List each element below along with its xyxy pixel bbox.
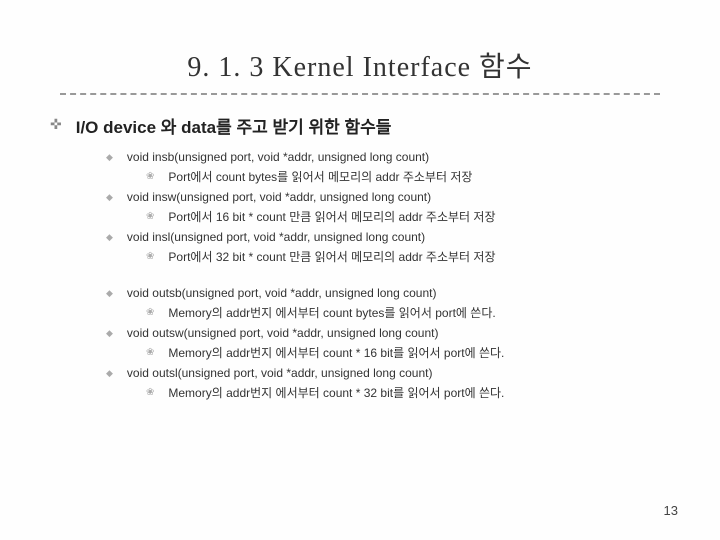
page-number: 13 xyxy=(664,503,678,518)
list-item: ◆ void outsw(unsigned port, void *addr, … xyxy=(106,324,670,342)
slide-container: 9. 1. 3 Kernel Interface 함수 ✜ I/O device… xyxy=(0,0,720,540)
function-signature: void outsw(unsigned port, void *addr, un… xyxy=(127,324,439,342)
function-description: Memory의 addr번지 에서부터 count * 16 bit를 읽어서 … xyxy=(168,344,504,362)
list-item: ❀ Memory의 addr번지 에서부터 count bytes를 읽어서 p… xyxy=(146,304,670,322)
function-description: Memory의 addr번지 에서부터 count * 32 bit를 읽어서 … xyxy=(168,384,504,402)
flower-icon: ❀ xyxy=(146,251,154,262)
heading-row: ✜ I/O device 와 data를 주고 받기 위한 함수들 xyxy=(50,113,670,138)
title-divider xyxy=(60,93,660,95)
flower-icon: ❀ xyxy=(146,347,154,358)
list-item: ❀ Port에서 count bytes를 읽어서 메모리의 addr 주소부터… xyxy=(146,168,670,186)
list-item: ◆ void outsl(unsigned port, void *addr, … xyxy=(106,364,670,382)
list-item: ◆ void insw(unsigned port, void *addr, u… xyxy=(106,188,670,206)
function-signature: void outsl(unsigned port, void *addr, un… xyxy=(127,364,433,382)
function-description: Port에서 32 bit * count 만큼 읽어서 메모리의 addr 주… xyxy=(168,248,495,266)
diamond-icon: ◆ xyxy=(106,288,113,299)
diamond-icon: ◆ xyxy=(106,192,113,203)
heading-text: I/O device 와 data를 주고 받기 위한 함수들 xyxy=(76,113,392,138)
list-item: ◆ void outsb(unsigned port, void *addr, … xyxy=(106,284,670,302)
list-item: ◆ void insl(unsigned port, void *addr, u… xyxy=(106,228,670,246)
list-item: ❀ Port에서 16 bit * count 만큼 읽어서 메모리의 addr… xyxy=(146,208,670,226)
group-spacer xyxy=(106,268,670,284)
diamond-icon: ◆ xyxy=(106,152,113,163)
flower-icon: ❀ xyxy=(146,307,154,318)
diamond-icon: ◆ xyxy=(106,232,113,243)
function-description: Port에서 16 bit * count 만큼 읽어서 메모리의 addr 주… xyxy=(168,208,495,226)
list-item: ◆ void insb(unsigned port, void *addr, u… xyxy=(106,148,670,166)
flower-icon: ❀ xyxy=(146,211,154,222)
list-item: ❀ Memory의 addr번지 에서부터 count * 32 bit를 읽어… xyxy=(146,384,670,402)
function-description: Memory의 addr번지 에서부터 count bytes를 읽어서 por… xyxy=(168,304,495,322)
slide-title: 9. 1. 3 Kernel Interface 함수 xyxy=(50,45,670,85)
list-item: ❀ Port에서 32 bit * count 만큼 읽어서 메모리의 addr… xyxy=(146,248,670,266)
content-container: ◆ void insb(unsigned port, void *addr, u… xyxy=(106,148,670,402)
diamond-icon: ◆ xyxy=(106,368,113,379)
function-signature: void insb(unsigned port, void *addr, uns… xyxy=(127,148,429,166)
function-description: Port에서 count bytes를 읽어서 메모리의 addr 주소부터 저… xyxy=(168,168,472,186)
function-signature: void insl(unsigned port, void *addr, uns… xyxy=(127,228,425,246)
diamond-icon: ◆ xyxy=(106,328,113,339)
plus-icon: ✜ xyxy=(50,116,62,133)
flower-icon: ❀ xyxy=(146,387,154,398)
function-signature: void insw(unsigned port, void *addr, uns… xyxy=(127,188,431,206)
list-item: ❀ Memory의 addr번지 에서부터 count * 16 bit를 읽어… xyxy=(146,344,670,362)
function-signature: void outsb(unsigned port, void *addr, un… xyxy=(127,284,437,302)
flower-icon: ❀ xyxy=(146,171,154,182)
